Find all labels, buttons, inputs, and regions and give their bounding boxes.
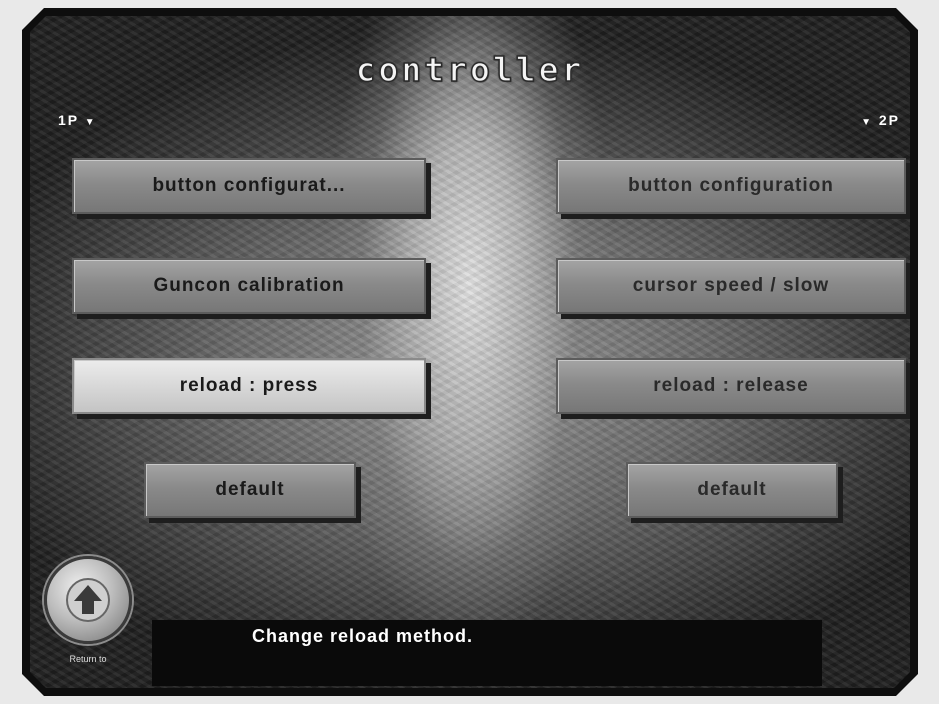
p1-button-configuration-button[interactable]: button configurat... — [72, 158, 426, 214]
p1-reload-label: reload : press — [179, 375, 319, 396]
description-bar: Change reload method. — [152, 620, 822, 686]
p2-reload-label: reload : release — [653, 375, 809, 396]
p2-cursor-speed-button[interactable]: cursor speed / slow — [556, 258, 906, 314]
p2-default-label: default — [697, 479, 767, 500]
screen-title: controller — [355, 50, 585, 89]
p1-reload-button[interactable]: reload : press — [72, 358, 426, 414]
player-1-label: 1P ▼ — [58, 112, 97, 128]
p1-default-label: default — [215, 479, 285, 500]
controller-screen: controller 1P ▼ ▼ 2P button configurat..… — [30, 16, 910, 688]
p2-cursor-speed-label: cursor speed / slow — [632, 275, 830, 296]
p2-button-configuration-button[interactable]: button configuration — [556, 158, 906, 214]
p1-default-button[interactable]: default — [144, 462, 356, 518]
p2-button-configuration-label: button configuration — [628, 175, 834, 196]
back-label: Return to — [69, 654, 107, 664]
p2-default-button[interactable]: default — [626, 462, 838, 518]
p1-button-configuration-label: button configurat... — [152, 175, 346, 196]
p1-guncon-calibration-label: Guncon calibration — [153, 275, 345, 296]
player-2-label: ▼ 2P — [861, 112, 900, 128]
back-button[interactable] — [44, 556, 132, 644]
player-2-text: 2P — [878, 112, 900, 128]
screen-frame: controller 1P ▼ ▼ 2P button configurat..… — [22, 8, 918, 696]
p1-guncon-calibration-button[interactable]: Guncon calibration — [72, 258, 426, 314]
description-text: Change reload method. — [252, 626, 474, 646]
arrow-up-icon — [65, 577, 111, 623]
player-1-text: 1P — [58, 112, 79, 128]
triangle-down-icon: ▼ — [861, 117, 873, 128]
p2-reload-button[interactable]: reload : release — [556, 358, 906, 414]
triangle-down-icon: ▼ — [84, 117, 97, 128]
